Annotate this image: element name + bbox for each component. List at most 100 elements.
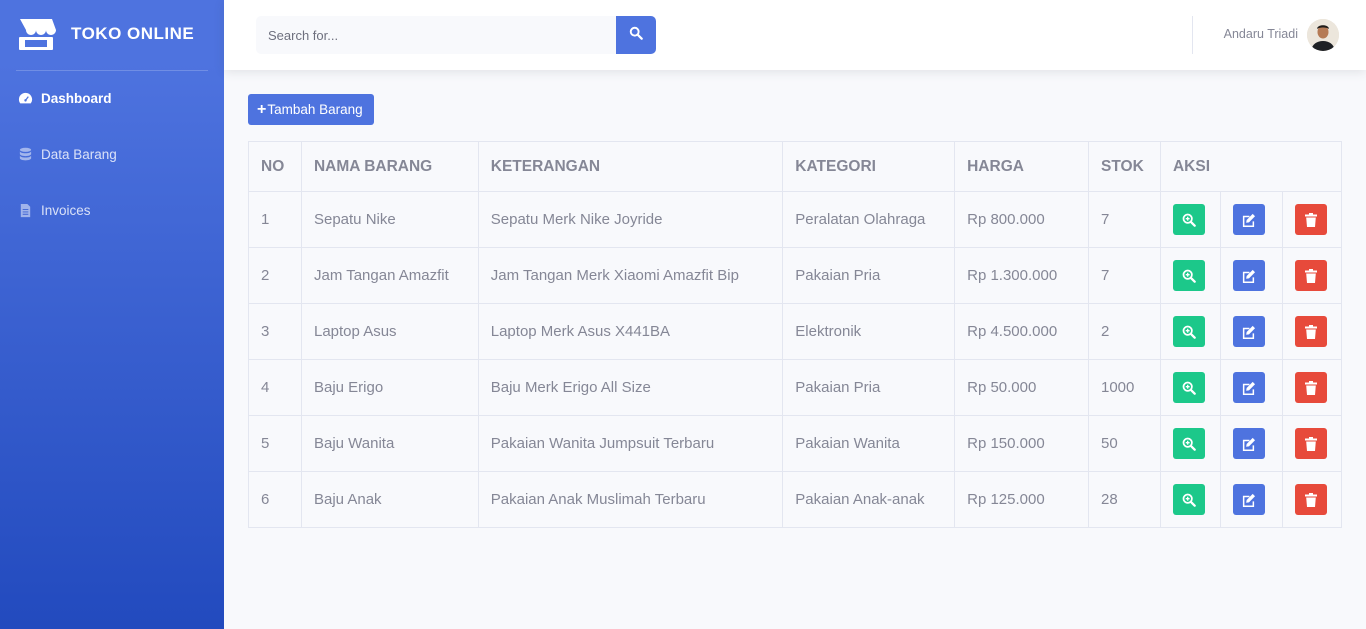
trash-icon	[1304, 380, 1317, 395]
search-icon	[629, 26, 643, 45]
table-row: 1 Sepatu Nike Sepatu Merk Nike Joyride Pera…	[248, 191, 1343, 248]
column-header: KATEGORI	[782, 141, 956, 192]
view-button[interactable]	[1172, 372, 1205, 403]
table-row: 4 Baju Erigo Baju Merk Erigo All Size Pakai…	[248, 359, 1343, 416]
cell-keterangan: Laptop Merk Asus X441BA	[477, 303, 784, 360]
sidebar-item-label: Dashboard	[41, 91, 112, 106]
search-plus-icon	[1182, 213, 1196, 227]
action-cell	[1219, 191, 1283, 248]
cell-stok: 2	[1087, 303, 1161, 360]
sidebar-item-invoices[interactable]: Invoices	[18, 203, 91, 218]
edit-button[interactable]	[1232, 372, 1265, 403]
edit-button[interactable]	[1232, 316, 1265, 347]
search-plus-icon	[1182, 437, 1196, 451]
column-header: STOK	[1087, 141, 1161, 192]
sidebar-item-label: Data Barang	[41, 147, 117, 162]
cell-keterangan: Sepatu Merk Nike Joyride	[477, 191, 784, 248]
cell-nama-barang: Baju Wanita	[300, 415, 479, 472]
cell-nama-barang: Baju Anak	[300, 471, 479, 528]
avatar[interactable]	[1307, 19, 1339, 51]
delete-button[interactable]	[1294, 260, 1327, 291]
cell-harga: Rp 1.300.000	[954, 247, 1089, 304]
edit-button[interactable]	[1232, 428, 1265, 459]
cell-nama-barang: Laptop Asus	[300, 303, 479, 360]
table-row: 6 Baju Anak Pakaian Anak Muslimah Terbaru P…	[248, 471, 1343, 528]
cell-stok: 1000	[1087, 359, 1161, 416]
table-row: 5 Baju Wanita Pakaian Wanita Jumpsuit Terb…	[248, 415, 1343, 472]
cell-stok: 7	[1087, 191, 1161, 248]
cell-no: 6	[248, 471, 302, 528]
action-cell	[1219, 471, 1283, 528]
sidebar-divider	[16, 70, 208, 71]
topbar: Andaru Triadi	[224, 0, 1366, 70]
search-plus-icon	[1182, 381, 1196, 395]
add-item-button[interactable]: + Tambah Barang	[248, 94, 374, 125]
action-cell	[1281, 303, 1343, 360]
action-cell	[1219, 303, 1283, 360]
search-input[interactable]	[256, 16, 616, 54]
action-cell	[1159, 303, 1221, 360]
column-header: NAMA BARANG	[300, 141, 479, 192]
cell-keterangan: Baju Merk Erigo All Size	[477, 359, 784, 416]
action-cell	[1281, 415, 1343, 472]
edit-button[interactable]	[1232, 484, 1265, 515]
cell-stok: 28	[1087, 471, 1161, 528]
view-button[interactable]	[1172, 204, 1205, 235]
cell-kategori: Pakaian Pria	[782, 359, 956, 416]
cell-stok: 7	[1087, 247, 1161, 304]
database-icon	[18, 147, 33, 162]
edit-icon	[1241, 493, 1256, 507]
topbar-divider	[1192, 16, 1193, 54]
cell-harga: Rp 800.000	[954, 191, 1089, 248]
sidebar-item-dashboard[interactable]: Dashboard	[18, 91, 112, 106]
action-cell	[1159, 247, 1221, 304]
delete-button[interactable]	[1294, 204, 1327, 235]
action-cell	[1219, 359, 1283, 416]
delete-button[interactable]	[1294, 372, 1327, 403]
cell-harga: Rp 4.500.000	[954, 303, 1089, 360]
table-header-row: NO NAMA BARANG KETERANGAN KATEGORI HARGA…	[248, 141, 1343, 192]
cell-kategori: Peralatan Olahraga	[782, 191, 956, 248]
sidebar-item-data-barang[interactable]: Data Barang	[18, 147, 117, 162]
tachometer-icon	[18, 91, 33, 106]
cell-harga: Rp 150.000	[954, 415, 1089, 472]
user-name[interactable]: Andaru Triadi	[1224, 27, 1298, 41]
action-cell	[1281, 359, 1343, 416]
delete-button[interactable]	[1294, 428, 1327, 459]
search-plus-icon	[1182, 269, 1196, 283]
cell-no: 2	[248, 247, 302, 304]
brand[interactable]: TOKO ONLINE	[16, 16, 194, 52]
edit-icon	[1241, 381, 1256, 395]
table-row: 3 Laptop Asus Laptop Merk Asus X441BA Elekt…	[248, 303, 1343, 360]
items-table: NO NAMA BARANG KETERANGAN KATEGORI HARGA…	[248, 141, 1343, 528]
search-button[interactable]	[616, 16, 656, 54]
search-plus-icon	[1182, 325, 1196, 339]
delete-button[interactable]	[1294, 316, 1327, 347]
cell-keterangan: Pakaian Anak Muslimah Terbaru	[477, 471, 784, 528]
column-header: HARGA	[954, 141, 1089, 192]
cell-nama-barang: Jam Tangan Amazfit	[300, 247, 479, 304]
store-icon	[16, 17, 56, 51]
add-item-label: Tambah Barang	[267, 102, 363, 117]
trash-icon	[1304, 324, 1317, 339]
view-button[interactable]	[1172, 484, 1205, 515]
action-cell	[1159, 359, 1221, 416]
view-button[interactable]	[1172, 428, 1205, 459]
edit-icon	[1241, 325, 1256, 339]
edit-button[interactable]	[1232, 204, 1265, 235]
cell-keterangan: Jam Tangan Merk Xiaomi Amazfit Bip	[477, 247, 784, 304]
cell-nama-barang: Baju Erigo	[300, 359, 479, 416]
action-cell	[1219, 415, 1283, 472]
cell-kategori: Pakaian Anak-anak	[782, 471, 956, 528]
view-button[interactable]	[1172, 260, 1205, 291]
sidebar: TOKO ONLINE Dashboard Data Barang Invoic…	[0, 0, 224, 629]
edit-button[interactable]	[1232, 260, 1265, 291]
trash-icon	[1304, 492, 1317, 507]
cell-no: 4	[248, 359, 302, 416]
action-cell	[1219, 247, 1283, 304]
column-header: NO	[248, 141, 302, 192]
delete-button[interactable]	[1294, 484, 1327, 515]
view-button[interactable]	[1172, 316, 1205, 347]
cell-no: 1	[248, 191, 302, 248]
trash-icon	[1304, 268, 1317, 283]
